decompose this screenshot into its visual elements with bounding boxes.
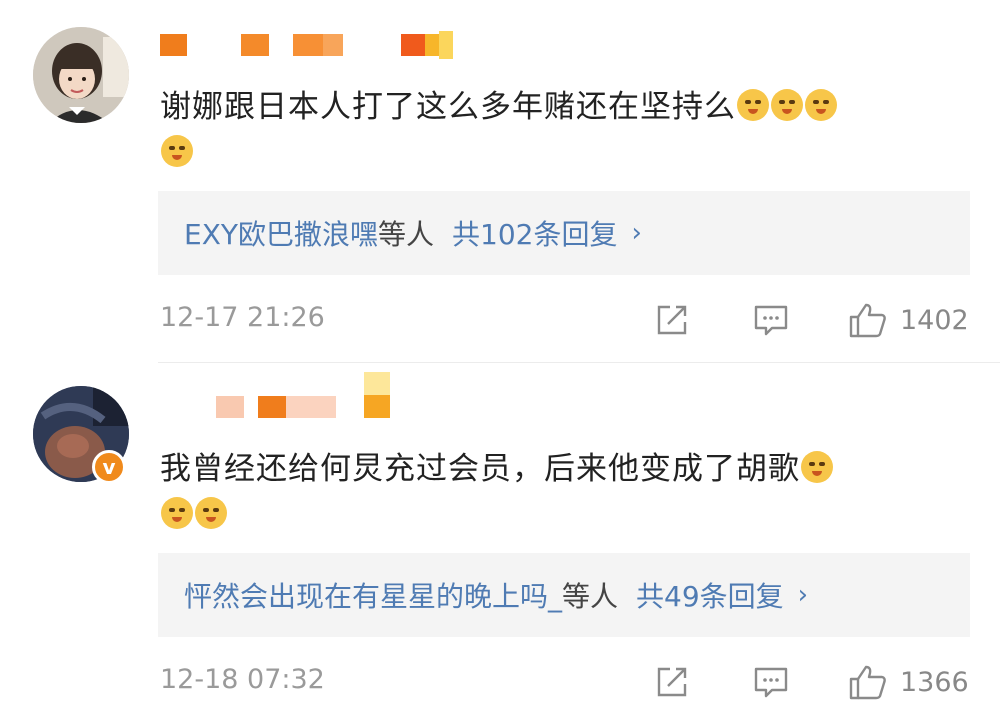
like-icon (849, 665, 886, 700)
chevron-right-icon: › (797, 580, 809, 610)
comment-meta: 12-17 21:26 1402 (158, 300, 970, 340)
replies-preview[interactable]: 怦然会出现在有星星的晚上吗_ 等人 共49条回复 › (158, 553, 970, 637)
username-segment (401, 34, 425, 56)
share-button[interactable] (654, 300, 690, 340)
username-segment (160, 34, 187, 56)
username-segment (216, 396, 244, 418)
verified-badge-icon: v (92, 450, 126, 484)
doge-emoji (161, 135, 193, 167)
comment-item-2: v 我曾经还给何炅充过会员，后来他变成了胡歌 怦然会出现在有星星的晚上吗_ 等人… (0, 362, 1000, 708)
username-segment (323, 34, 343, 56)
doge-emoji (801, 451, 833, 483)
username[interactable] (160, 30, 453, 60)
comment-button[interactable] (752, 662, 790, 702)
comment-meta: 12-18 07:32 1366 (158, 662, 970, 702)
reply-users-suffix: 等人 (562, 580, 619, 613)
doge-emoji (805, 89, 837, 121)
share-icon (657, 667, 687, 697)
comment-icon (754, 305, 788, 336)
reply-users[interactable]: 怦然会出现在有星星的晚上吗_ (184, 575, 562, 615)
reply-users[interactable]: EXY欧巴撒浪嘿 (184, 213, 378, 253)
like-count: 1402 (900, 304, 969, 336)
reply-count[interactable]: 共49条回复 (636, 575, 784, 615)
chevron-right-icon: › (631, 218, 642, 248)
reply-users-suffix: 等人 (377, 218, 434, 251)
username-segment (425, 34, 439, 56)
comment-text: 谢娜跟日本人打了这么多年赌还在坚持么 (160, 84, 970, 176)
timestamp: 12-18 07:32 (160, 664, 325, 695)
avatar[interactable] (33, 27, 129, 123)
avatar-image (33, 27, 129, 123)
doge-emoji (161, 497, 193, 529)
share-icon (657, 305, 687, 335)
username-segment (258, 396, 286, 418)
comment-item-1: 谢娜跟日本人打了这么多年赌还在坚持么 EXY欧巴撒浪嘿 等人 共102条回复 ›… (0, 0, 1000, 362)
comment-button[interactable] (752, 300, 790, 340)
member-badge-icon (364, 372, 390, 418)
member-badge-icon (439, 31, 453, 59)
username-segment (293, 34, 323, 56)
timestamp: 12-17 21:26 (160, 302, 325, 333)
share-button[interactable] (654, 662, 690, 702)
reply-count[interactable]: 共102条回复 (452, 213, 617, 253)
comment-body: 谢娜跟日本人打了这么多年赌还在坚持么 (160, 89, 736, 125)
doge-emoji (771, 89, 803, 121)
comment-text: 我曾经还给何炅充过会员，后来他变成了胡歌 (160, 446, 970, 538)
like-button[interactable]: 1366 (848, 662, 969, 702)
username-segment (286, 396, 336, 418)
username-segment (241, 34, 269, 56)
doge-emoji (737, 89, 769, 121)
username[interactable] (160, 372, 390, 422)
comment-icon (754, 667, 788, 698)
comment-body: 我曾经还给何炅充过会员，后来他变成了胡歌 (160, 451, 800, 487)
replies-preview[interactable]: EXY欧巴撒浪嘿 等人 共102条回复 › (158, 191, 970, 275)
like-button[interactable]: 1402 (848, 300, 969, 340)
like-count: 1366 (900, 666, 969, 698)
doge-emoji (195, 497, 227, 529)
like-icon (849, 303, 886, 338)
